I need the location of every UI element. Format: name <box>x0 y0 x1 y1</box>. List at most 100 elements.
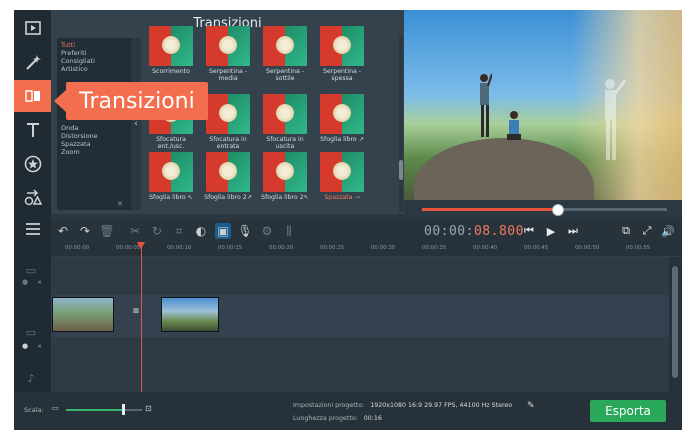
track-headers: ▭ ● ◂ ▭ ● ◂ ♪ <box>14 242 51 392</box>
category-item[interactable]: Zoom <box>61 148 80 156</box>
ruler-tick: 00:00:30 <box>371 245 396 251</box>
transition-item[interactable]: Sfocatura in entrata <box>202 94 254 150</box>
hiker-figure <box>480 73 492 137</box>
mute-icon[interactable]: ◂ <box>32 342 46 356</box>
redo-icon[interactable]: ↷ <box>77 223 93 239</box>
detach-preview-icon[interactable]: ⧉ <box>617 222 635 240</box>
video-clip[interactable] <box>52 297 114 332</box>
previous-frame-icon[interactable]: ⏮ <box>520 222 538 240</box>
length-value: 00:16 <box>363 415 382 422</box>
delete-icon[interactable]: 🗑 <box>99 223 115 239</box>
undo-icon[interactable]: ↶ <box>55 223 71 239</box>
stickers-icon[interactable] <box>14 148 51 180</box>
crop-icon[interactable]: ⌗ <box>171 223 187 239</box>
timecode-main: 00:00: <box>424 224 474 239</box>
timecode: 00:00:08.800 <box>424 224 524 239</box>
scale-slider-knob[interactable] <box>122 404 125 415</box>
ruler-tick: 00:00:55 <box>626 245 651 251</box>
transition-label: Sfocatura ent./usc. <box>156 136 186 150</box>
playhead[interactable] <box>141 242 142 392</box>
transition-thumbnail <box>320 26 364 66</box>
close-icon[interactable]: ✕ <box>117 200 125 208</box>
next-frame-icon[interactable]: ⏭ <box>564 222 582 240</box>
fullscreen-icon[interactable]: ⤢ <box>638 222 656 240</box>
app-window: Transizioni Tutti Preferiti Consigliati … <box>14 10 682 430</box>
transition-label: Sfoglia libro 2↖ <box>261 194 309 201</box>
cut-icon[interactable]: ✂ <box>127 223 143 239</box>
transition-thumbnail <box>263 94 307 134</box>
category-item[interactable]: Consigliati <box>61 57 95 65</box>
playhead-handle[interactable] <box>137 242 145 249</box>
zoom-in-icon[interactable]: ⊡ <box>145 404 155 414</box>
transition-label: Sfoglia libro ↖ <box>149 194 193 201</box>
transition-thumbnail <box>206 94 250 134</box>
transition-item[interactable]: Scorrimento <box>145 26 197 75</box>
scale-label: Scala: <box>24 406 44 414</box>
timeline-scrollbar-thumb[interactable] <box>672 266 678 378</box>
visibility-icon[interactable]: ● <box>18 342 32 356</box>
rotate-icon[interactable]: ↻ <box>149 223 165 239</box>
left-toolbar <box>14 10 51 242</box>
transition-thumbnail <box>263 152 307 192</box>
category-item[interactable]: Preferiti <box>61 49 86 57</box>
image-icon[interactable]: ▣ <box>215 223 231 239</box>
music-track-icon: ♪ <box>27 372 35 385</box>
transition-label: Serpentina - spessa <box>323 68 361 82</box>
transition-item[interactable]: Serpentina - sottile <box>259 26 311 82</box>
transitions-icon[interactable] <box>14 80 51 112</box>
play-icon[interactable]: ▶ <box>542 222 560 240</box>
ruler-tick: 00:00:50 <box>575 245 600 251</box>
transition-item[interactable]: Serpentina - media <box>202 26 254 82</box>
transition-item[interactable]: Sfoglia libro ↗ <box>316 94 368 143</box>
hiker-ghost-figure <box>605 79 626 160</box>
transition-thumbnail <box>206 26 250 66</box>
category-item[interactable]: Spazzata <box>61 140 91 148</box>
playback-progress[interactable] <box>404 200 682 220</box>
transition-item[interactable]: Sfocatura in uscita <box>259 94 311 150</box>
transition-item[interactable]: Sfoglia libro ↖ <box>145 152 197 201</box>
preview-player[interactable] <box>404 10 682 200</box>
category-item[interactable]: Artistico <box>61 65 88 73</box>
shapes-icon[interactable] <box>14 182 51 214</box>
color-adjust-icon[interactable]: ◐ <box>193 223 209 239</box>
settings-icon[interactable]: ⚙ <box>259 223 275 239</box>
menu-icon[interactable] <box>14 213 51 245</box>
panel-scrollbar[interactable] <box>399 36 403 212</box>
transition-label: Sfoglia libro 2↗ <box>204 194 252 201</box>
ruler-tick: 00:00:25 <box>320 245 345 251</box>
equalizer-icon[interactable]: ⫼ <box>281 223 297 239</box>
category-item[interactable]: Distorsione <box>61 132 98 140</box>
transition-label: Sfoglia libro ↗ <box>320 136 364 143</box>
zoom-out-icon[interactable]: ▭ <box>52 404 62 412</box>
timeline-ruler[interactable]: 00:00:00 00:00:05 00:00:10 00:00:15 00:00:20… <box>51 242 682 257</box>
collapse-categories-button[interactable]: ‹ <box>131 38 141 210</box>
transition-item[interactable]: Spazzata → <box>316 152 368 201</box>
mute-icon[interactable]: ◂ <box>32 278 46 292</box>
category-item[interactable]: Tutti <box>61 41 75 49</box>
transition-item[interactable]: Sfoglia libro 2↗ <box>202 152 254 201</box>
volume-icon[interactable]: 🔊 <box>659 222 677 240</box>
progress-knob[interactable] <box>551 204 564 216</box>
length-label: Lunghezza progetto: <box>293 415 358 422</box>
ruler-tick: 00:00:10 <box>167 245 192 251</box>
magic-wand-icon[interactable] <box>14 46 51 78</box>
microphone-icon[interactable]: 🎙 <box>237 223 253 239</box>
ruler-tick: 00:00:35 <box>422 245 447 251</box>
export-button[interactable]: Esporta <box>590 400 666 422</box>
import-media-icon[interactable] <box>14 12 51 44</box>
transition-item[interactable]: Sfoglia libro 2↖ <box>259 152 311 201</box>
text-icon[interactable] <box>14 114 51 146</box>
transition-item[interactable]: Serpentina - spessa <box>316 26 368 82</box>
category-item[interactable]: Onda <box>61 124 78 132</box>
timecode-ms: 08.800 <box>473 224 524 239</box>
transition-thumbnail <box>320 152 364 192</box>
transition-label: Serpentina - sottile <box>266 68 304 82</box>
panel-scrollbar-thumb[interactable] <box>399 160 403 180</box>
visibility-icon[interactable]: ● <box>18 278 32 292</box>
ruler-tick: 00:00:40 <box>473 245 498 251</box>
edit-settings-icon[interactable]: ✎ <box>527 401 535 411</box>
ruler-tick: 00:00:20 <box>269 245 294 251</box>
transition-label: Scorrimento <box>152 68 190 75</box>
video-clip[interactable] <box>161 297 219 332</box>
ruler-tick: 00:00:15 <box>218 245 243 251</box>
